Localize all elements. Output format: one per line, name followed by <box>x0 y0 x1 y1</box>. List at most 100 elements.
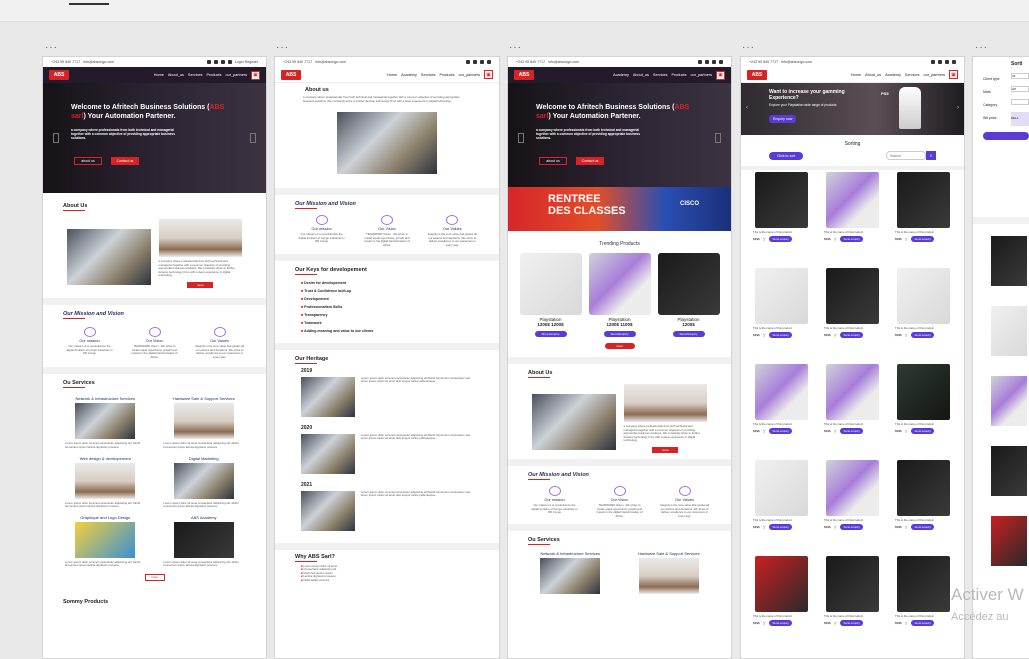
abs-logo[interactable]: ABS <box>281 69 301 80</box>
nav-about[interactable]: About_us <box>865 73 881 77</box>
abs-logo[interactable]: ABS <box>49 70 69 80</box>
search-icon[interactable]: ⌕ <box>926 151 936 160</box>
trending-product[interactable]: Playstation 1200$ Send Enquiry <box>657 253 720 337</box>
contact-us-button[interactable]: Contact us <box>576 157 604 165</box>
hero-prev-arrow[interactable] <box>518 133 524 143</box>
send-enquiry-button[interactable]: Send enquiry <box>840 236 863 242</box>
apply-sort-button[interactable] <box>983 132 1029 140</box>
sort-field-select[interactable] <box>1011 99 1029 105</box>
add-to-cart-icon[interactable]: 🛒 <box>834 429 838 433</box>
nav-academy[interactable]: Academy <box>885 73 901 77</box>
service-card[interactable]: Web design & developement Lorem ipsum dol… <box>65 456 146 509</box>
sort-button[interactable]: Click to sort <box>769 151 804 160</box>
cart-icon[interactable]: ▣ <box>484 70 493 79</box>
send-enquiry-button[interactable]: Send enquiry <box>840 332 863 338</box>
hero-next-arrow[interactable] <box>250 133 256 143</box>
send-enquiry-button[interactable]: Send enquiry <box>840 524 863 530</box>
product-card[interactable]: This is the name of this product $$$$ 🛒 Sen… <box>891 362 956 454</box>
product-card[interactable]: This is the name of this product $$$$ 🛒 Sen… <box>891 170 956 262</box>
frame-menu-dots-5[interactable]: ··· <box>975 42 988 53</box>
send-enquiry-button[interactable]: Send enquiry <box>840 428 863 434</box>
service-card[interactable]: Hardware Sale & Support Services Lorem ip… <box>164 396 245 449</box>
facebook-icon[interactable] <box>466 60 470 64</box>
nav-services[interactable]: Services <box>653 73 668 77</box>
facebook-icon[interactable] <box>698 60 702 64</box>
nav-home[interactable]: Home <box>851 73 861 77</box>
service-card[interactable]: Network & Infrastructure Services <box>530 551 611 597</box>
product-card[interactable]: This is the name of this product $$$$ 🛒 Sen… <box>749 458 814 550</box>
twitter-icon[interactable] <box>473 60 477 64</box>
linkedin-icon[interactable] <box>220 60 225 64</box>
about-more-button[interactable]: more <box>187 281 214 288</box>
prev-arrow-icon[interactable]: ‹ <box>746 105 748 111</box>
nav-partners[interactable]: our_partners <box>458 73 480 77</box>
about-video[interactable] <box>337 112 437 175</box>
instagram-icon[interactable] <box>719 60 723 64</box>
nav-services[interactable]: Services <box>905 73 920 77</box>
enquiry-now-button[interactable]: Enquiry now <box>769 115 797 123</box>
promo-banner[interactable]: RENTREE DES CLASSES CISCO <box>508 187 731 231</box>
add-to-cart-icon[interactable]: 🛒 <box>834 237 838 241</box>
nav-partners[interactable]: our_partners <box>690 73 712 77</box>
sort-field-select[interactable]: HP <box>1011 86 1029 92</box>
send-enquiry-button[interactable]: Send enquiry <box>769 524 792 530</box>
add-to-cart-icon[interactable]: 🛒 <box>763 237 767 241</box>
send-enquiry-button[interactable]: Send enquiry <box>911 620 934 626</box>
send-enquiry-button[interactable]: Send enquiry <box>769 428 792 434</box>
sort-field-select[interactable]: All <box>1011 73 1029 79</box>
nav-home[interactable]: Home <box>154 73 164 77</box>
nav-products[interactable]: Products <box>439 73 454 77</box>
linkedin-icon[interactable] <box>712 60 716 64</box>
nav-partners[interactable]: our_partners <box>225 73 247 77</box>
about-more-button[interactable]: more <box>652 446 679 453</box>
product-card[interactable]: This is the name of this product $$$$ 🛒 Sen… <box>820 170 885 262</box>
service-card[interactable]: ABS Academy Lorem ipsum dolor sit amet co… <box>164 515 245 568</box>
add-to-cart-icon[interactable]: 🛒 <box>905 333 909 337</box>
product-card[interactable]: This is the name of this product $$$$ 🛒 Sen… <box>891 554 956 646</box>
abs-logo[interactable]: ABS <box>747 69 767 80</box>
frame-menu-dots-3[interactable]: ··· <box>509 42 522 53</box>
abs-logo[interactable]: ABS <box>514 70 534 80</box>
frame-menu-dots-1[interactable]: ··· <box>45 42 58 53</box>
twitter-icon[interactable] <box>938 60 942 64</box>
hero-prev-arrow[interactable] <box>53 133 59 143</box>
product-card[interactable]: This is the name of this product $$$$ 🛒 Sen… <box>820 266 885 358</box>
nav-academy[interactable]: Academy <box>401 73 417 77</box>
nav-products[interactable]: Products <box>671 73 686 77</box>
twitter-icon[interactable] <box>213 60 218 64</box>
nav-services[interactable]: Services <box>421 73 436 77</box>
linkedin-icon[interactable] <box>480 60 484 64</box>
active-tab-indicator[interactable] <box>69 3 109 5</box>
cart-icon[interactable]: ▣ <box>251 70 260 80</box>
trending-product[interactable]: Playstation 1200$ 1200$ Shop Enquiry <box>519 253 582 337</box>
sort-dropdown-open[interactable]: DELL <box>1011 112 1029 126</box>
nav-about[interactable]: About_us <box>168 73 184 77</box>
nav-about[interactable]: About_us <box>633 73 649 77</box>
send-enquiry-button[interactable]: Send enquiry <box>911 428 934 434</box>
product-card[interactable]: This is the name of this product $$$$ 🛒 Sen… <box>749 554 814 646</box>
product-card[interactable]: This is the name of this product $$$$ 🛒 Sen… <box>891 266 956 358</box>
product-card[interactable]: This is the name of this product $$$$ 🛒 Sen… <box>749 266 814 358</box>
add-to-cart-icon[interactable]: 🛒 <box>834 333 838 337</box>
services-more-button[interactable]: more <box>144 573 165 581</box>
product-card[interactable]: This is the name of this product $$$$ 🛒 Sen… <box>820 458 885 550</box>
nav-home[interactable]: Home <box>387 73 397 77</box>
product-card[interactable]: This is the name of this product $$$$ 🛒 Sen… <box>749 362 814 454</box>
add-to-cart-icon[interactable]: 🛒 <box>905 525 909 529</box>
nav-products[interactable]: Products <box>206 73 221 77</box>
add-to-cart-icon[interactable]: 🛒 <box>763 621 767 625</box>
login-link[interactable]: Login Register <box>235 60 258 64</box>
service-card[interactable]: Graphique and Logo Design Lorem ipsum dol… <box>65 515 146 568</box>
send-enquiry-button[interactable]: Send enquiry <box>911 332 934 338</box>
trending-more-button[interactable]: more <box>604 343 635 349</box>
frame-menu-dots-4[interactable]: ··· <box>742 42 755 53</box>
send-enquiry-button[interactable]: Send enquiry <box>769 332 792 338</box>
service-card[interactable]: Hardware Sale & Support Services <box>629 551 710 597</box>
add-to-cart-icon[interactable]: 🛒 <box>834 525 838 529</box>
add-to-cart-icon[interactable]: 🛒 <box>763 333 767 337</box>
about-us-button[interactable]: about us <box>539 157 567 165</box>
product-card[interactable]: This is the name of this product $$$$ 🛒 Sen… <box>891 458 956 550</box>
cart-icon[interactable]: ▣ <box>716 70 725 80</box>
twitter-icon[interactable] <box>705 60 709 64</box>
add-to-cart-icon[interactable]: 🛒 <box>905 429 909 433</box>
